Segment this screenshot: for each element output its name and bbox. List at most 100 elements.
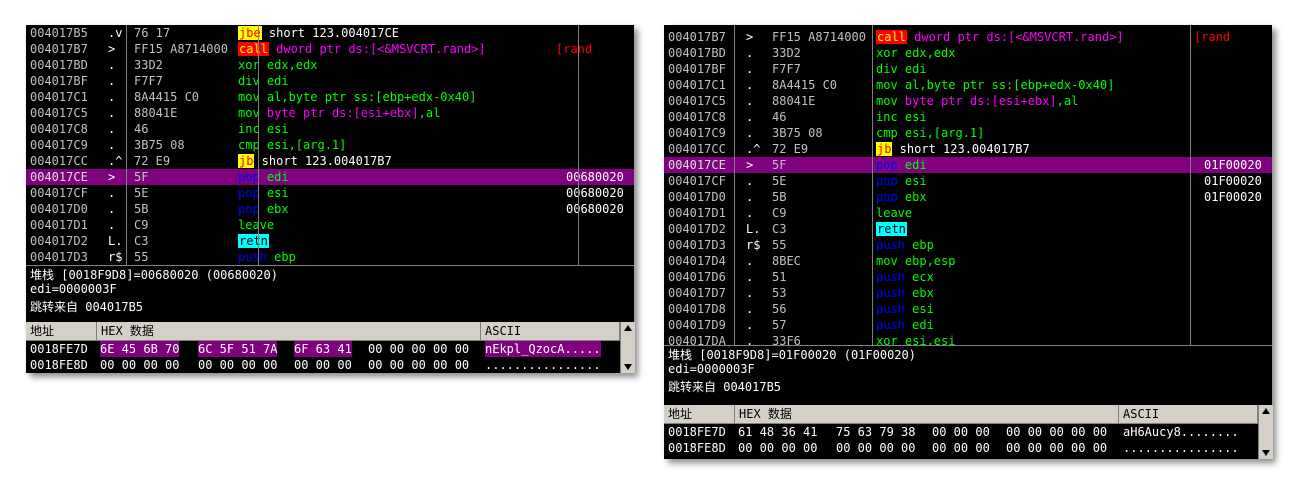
- hex-row[interactable]: 0018FE7D 6E 45 6B 70 6C 5F 51 7A 6F 63 41 00…: [26, 341, 620, 357]
- disasm-row[interactable]: 004017D2 L. C3 retn: [664, 221, 1272, 237]
- instruction-token: push: [238, 250, 275, 264]
- disasm-row[interactable]: 004017B5 .v 76 17 jbe short 123.004017CE: [26, 25, 634, 41]
- disasm-row[interactable]: 004017D1. C9 leave: [664, 205, 1272, 221]
- row-jump-marker: .: [746, 78, 754, 92]
- disasm-row[interactable]: 004017DA. 33F6 xor esi,esi: [664, 333, 1272, 345]
- hex-ascii: aH6Aucy8........: [1123, 425, 1239, 439]
- disasm-row[interactable]: 004017D0. 5B pop ebx 00680020: [26, 201, 634, 217]
- disasm-row[interactable]: 004017C8. 46 inc esi: [26, 121, 634, 137]
- disasm-row[interactable]: 004017BD. 33D2 xor edx,edx: [26, 57, 634, 73]
- row-address: 004017C8: [668, 110, 726, 124]
- disasm-row[interactable]: 004017CE >5F pop edi 00680020: [26, 169, 634, 185]
- disasm-row[interactable]: 004017C5. 88041E mov byte ptr ds:[esi+ebx]…: [664, 93, 1272, 109]
- hex-address: 0018FE8D: [668, 441, 726, 455]
- row-instruction: xor edx,edx: [238, 57, 317, 73]
- disasm-row[interactable]: 004017BF. F7F7 div edi: [664, 61, 1272, 77]
- row-jump-marker: L.: [746, 222, 761, 236]
- row-jump-marker: .: [108, 218, 116, 232]
- hex-row[interactable]: 0018FE8D 00 00 00 00 00 00 00 00 00 00 00 00…: [26, 357, 620, 373]
- hex-scrollbar[interactable]: [620, 322, 635, 373]
- row-stack-value: 00680020: [566, 170, 624, 184]
- disasm-row[interactable]: 004017D0. 5B pop ebx 01F00020: [664, 189, 1272, 205]
- disasm-row[interactable]: 004017B7 > FF15 A8714000 call dword ptr ds:…: [664, 29, 1272, 45]
- row-jump-marker: .: [746, 110, 754, 124]
- disasm-row[interactable]: 004017C1. 8A4415 C0 mov al,byte ptr ss:[eb…: [26, 89, 634, 105]
- hex-dump-pane[interactable]: 0018FE7D 6E 45 6B 70 6C 5F 51 7A 6F 63 41 00…: [26, 341, 620, 373]
- hex-group-1: 61 48 36 41: [738, 425, 818, 439]
- disasm-row[interactable]: 004017D9. 57 push edi: [664, 317, 1272, 333]
- row-hex-bytes: FF15 A8714000: [134, 42, 228, 56]
- disasm-row[interactable]: 004017B7 > FF15 A8714000 call dword ptr ds:…: [26, 41, 634, 57]
- instruction-token: cmp esi,[arg.1]: [238, 138, 347, 152]
- disasm-row[interactable]: 004017C5. 88041E mov byte ptr ds:[esi+ebx]…: [26, 105, 634, 121]
- disasm-row[interactable]: 004017C9. 3B75 08 cmp esi,[arg.1]: [26, 137, 634, 153]
- disasm-row[interactable]: 004017D7. 53 push ebx: [664, 285, 1272, 301]
- instruction-token: inc esi: [876, 110, 927, 124]
- disasm-row[interactable]: 004017D2 L. C3 retn: [26, 233, 634, 249]
- hex-dump-pane[interactable]: 0018FE7D 61 48 36 41 75 63 79 38 00 00 00 00…: [664, 424, 1258, 456]
- disasm-row[interactable]: 004017C1. 8A4415 C0 mov al,byte ptr ss:[eb…: [664, 77, 1272, 93]
- disasm-row[interactable]: 004017D6. 51 push ecx: [664, 269, 1272, 285]
- hex-group-2: 00 00 00 00: [836, 441, 916, 455]
- hex-address: 0018FE8D: [30, 358, 88, 372]
- row-jump-marker: .: [746, 190, 754, 204]
- instruction-token: pop: [876, 158, 905, 172]
- disasm-row[interactable]: 004017D4. 8BEC mov ebp,esp: [664, 253, 1272, 269]
- hex-ascii: nEkpl_QzocA.....: [485, 341, 601, 357]
- row-address: 004017D3: [30, 250, 88, 264]
- row-hex-bytes: 33F6: [772, 334, 801, 345]
- row-address: 004017D8: [668, 302, 726, 316]
- hex-address: 0018FE7D: [30, 342, 88, 356]
- jump-from-info: 跳转来自 004017B5: [668, 380, 782, 394]
- row-address: 004017C9: [668, 126, 726, 140]
- row-instruction: jb short 123.004017B7: [876, 141, 1030, 157]
- row-jump-marker: .: [108, 74, 116, 88]
- disasm-row[interactable]: 004017C8. 46 inc esi: [664, 109, 1272, 125]
- hex-header-ascii[interactable]: ASCII: [481, 322, 620, 340]
- hex-header-ascii[interactable]: ASCII: [1119, 405, 1258, 423]
- disasm-row[interactable]: 004017D8. 56 push esi: [664, 301, 1272, 317]
- row-hex-bytes: 33D2: [134, 58, 163, 72]
- hex-group-3: 00 00 00: [932, 441, 990, 455]
- instruction-token: byte ptr ds:[esi+ebx]: [266, 106, 419, 120]
- disasm-pane[interactable]: 004017B5 .v 76 17 jbe short 123.004017CE 004…: [26, 25, 634, 265]
- scroll-down-icon[interactable]: [624, 364, 632, 370]
- disasm-row[interactable]: 004017C9. 3B75 08 cmp esi,[arg.1]: [664, 125, 1272, 141]
- disasm-row[interactable]: 004017CC .^ 72 E9 jb short 123.004017B7: [26, 153, 634, 169]
- row-address: 004017D2: [668, 222, 726, 236]
- disasm-row[interactable]: 004017D3 r$ 55 push ebp: [664, 237, 1272, 253]
- disasm-row[interactable]: 004017CE >5F pop edi 01F00020: [664, 157, 1272, 173]
- disasm-row[interactable]: 004017CF. 5E pop esi 01F00020: [664, 173, 1272, 189]
- instruction-token: call: [876, 30, 907, 44]
- row-stack-value: 00680020: [566, 186, 624, 200]
- hex-group-1: 6E 45 6B 70: [100, 341, 180, 357]
- hex-header-address[interactable]: 地址: [26, 322, 97, 340]
- disasm-row[interactable]: 004017CF. 5E pop esi 00680020: [26, 185, 634, 201]
- hex-row[interactable]: 0018FE8D 00 00 00 00 00 00 00 00 00 00 00 00…: [664, 440, 1258, 456]
- disasm-row[interactable]: 004017D1. C9 leave: [26, 217, 634, 233]
- row-address: 004017C9: [30, 138, 88, 152]
- hex-scrollbar[interactable]: [1258, 405, 1273, 459]
- scroll-up-icon[interactable]: [624, 325, 632, 331]
- disasm-row[interactable]: 004017D3 r$ 55 push ebp: [26, 249, 634, 265]
- hex-header-hex[interactable]: HEX 数据: [735, 405, 1119, 423]
- hex-group-1: 00 00 00 00: [100, 358, 180, 372]
- scroll-down-icon[interactable]: [1262, 450, 1270, 456]
- hex-header-hex[interactable]: HEX 数据: [97, 322, 481, 340]
- scroll-up-icon[interactable]: [1262, 408, 1270, 414]
- row-instruction: mov al,byte ptr ss:[ebp+edx-0x40]: [876, 77, 1114, 93]
- disasm-row[interactable]: 004017BF. F7F7 div edi: [26, 73, 634, 89]
- hex-row[interactable]: 0018FE7D 61 48 36 41 75 63 79 38 00 00 00 00…: [664, 424, 1258, 440]
- hex-address: 0018FE7D: [668, 425, 726, 439]
- disasm-row[interactable]: 004017BD. 33D2 xor edx,edx: [664, 45, 1272, 61]
- row-hex-bytes: 5E: [772, 174, 787, 188]
- row-jump-marker: .^: [108, 154, 123, 168]
- row-comment: [rand: [556, 42, 593, 56]
- stack-info: 堆栈 [0018F9D8]=00680020 (00680020): [30, 268, 278, 282]
- row-hex-bytes: 46: [772, 110, 787, 124]
- hex-header-address[interactable]: 地址: [664, 405, 735, 423]
- row-address: 004017D6: [668, 270, 726, 284]
- disasm-pane[interactable]: 004017B7 > FF15 A8714000 call dword ptr ds:…: [664, 25, 1272, 345]
- row-jump-marker: r$: [746, 238, 761, 252]
- disasm-row[interactable]: 004017CC .^ 72 E9 jb short 123.004017B7: [664, 141, 1272, 157]
